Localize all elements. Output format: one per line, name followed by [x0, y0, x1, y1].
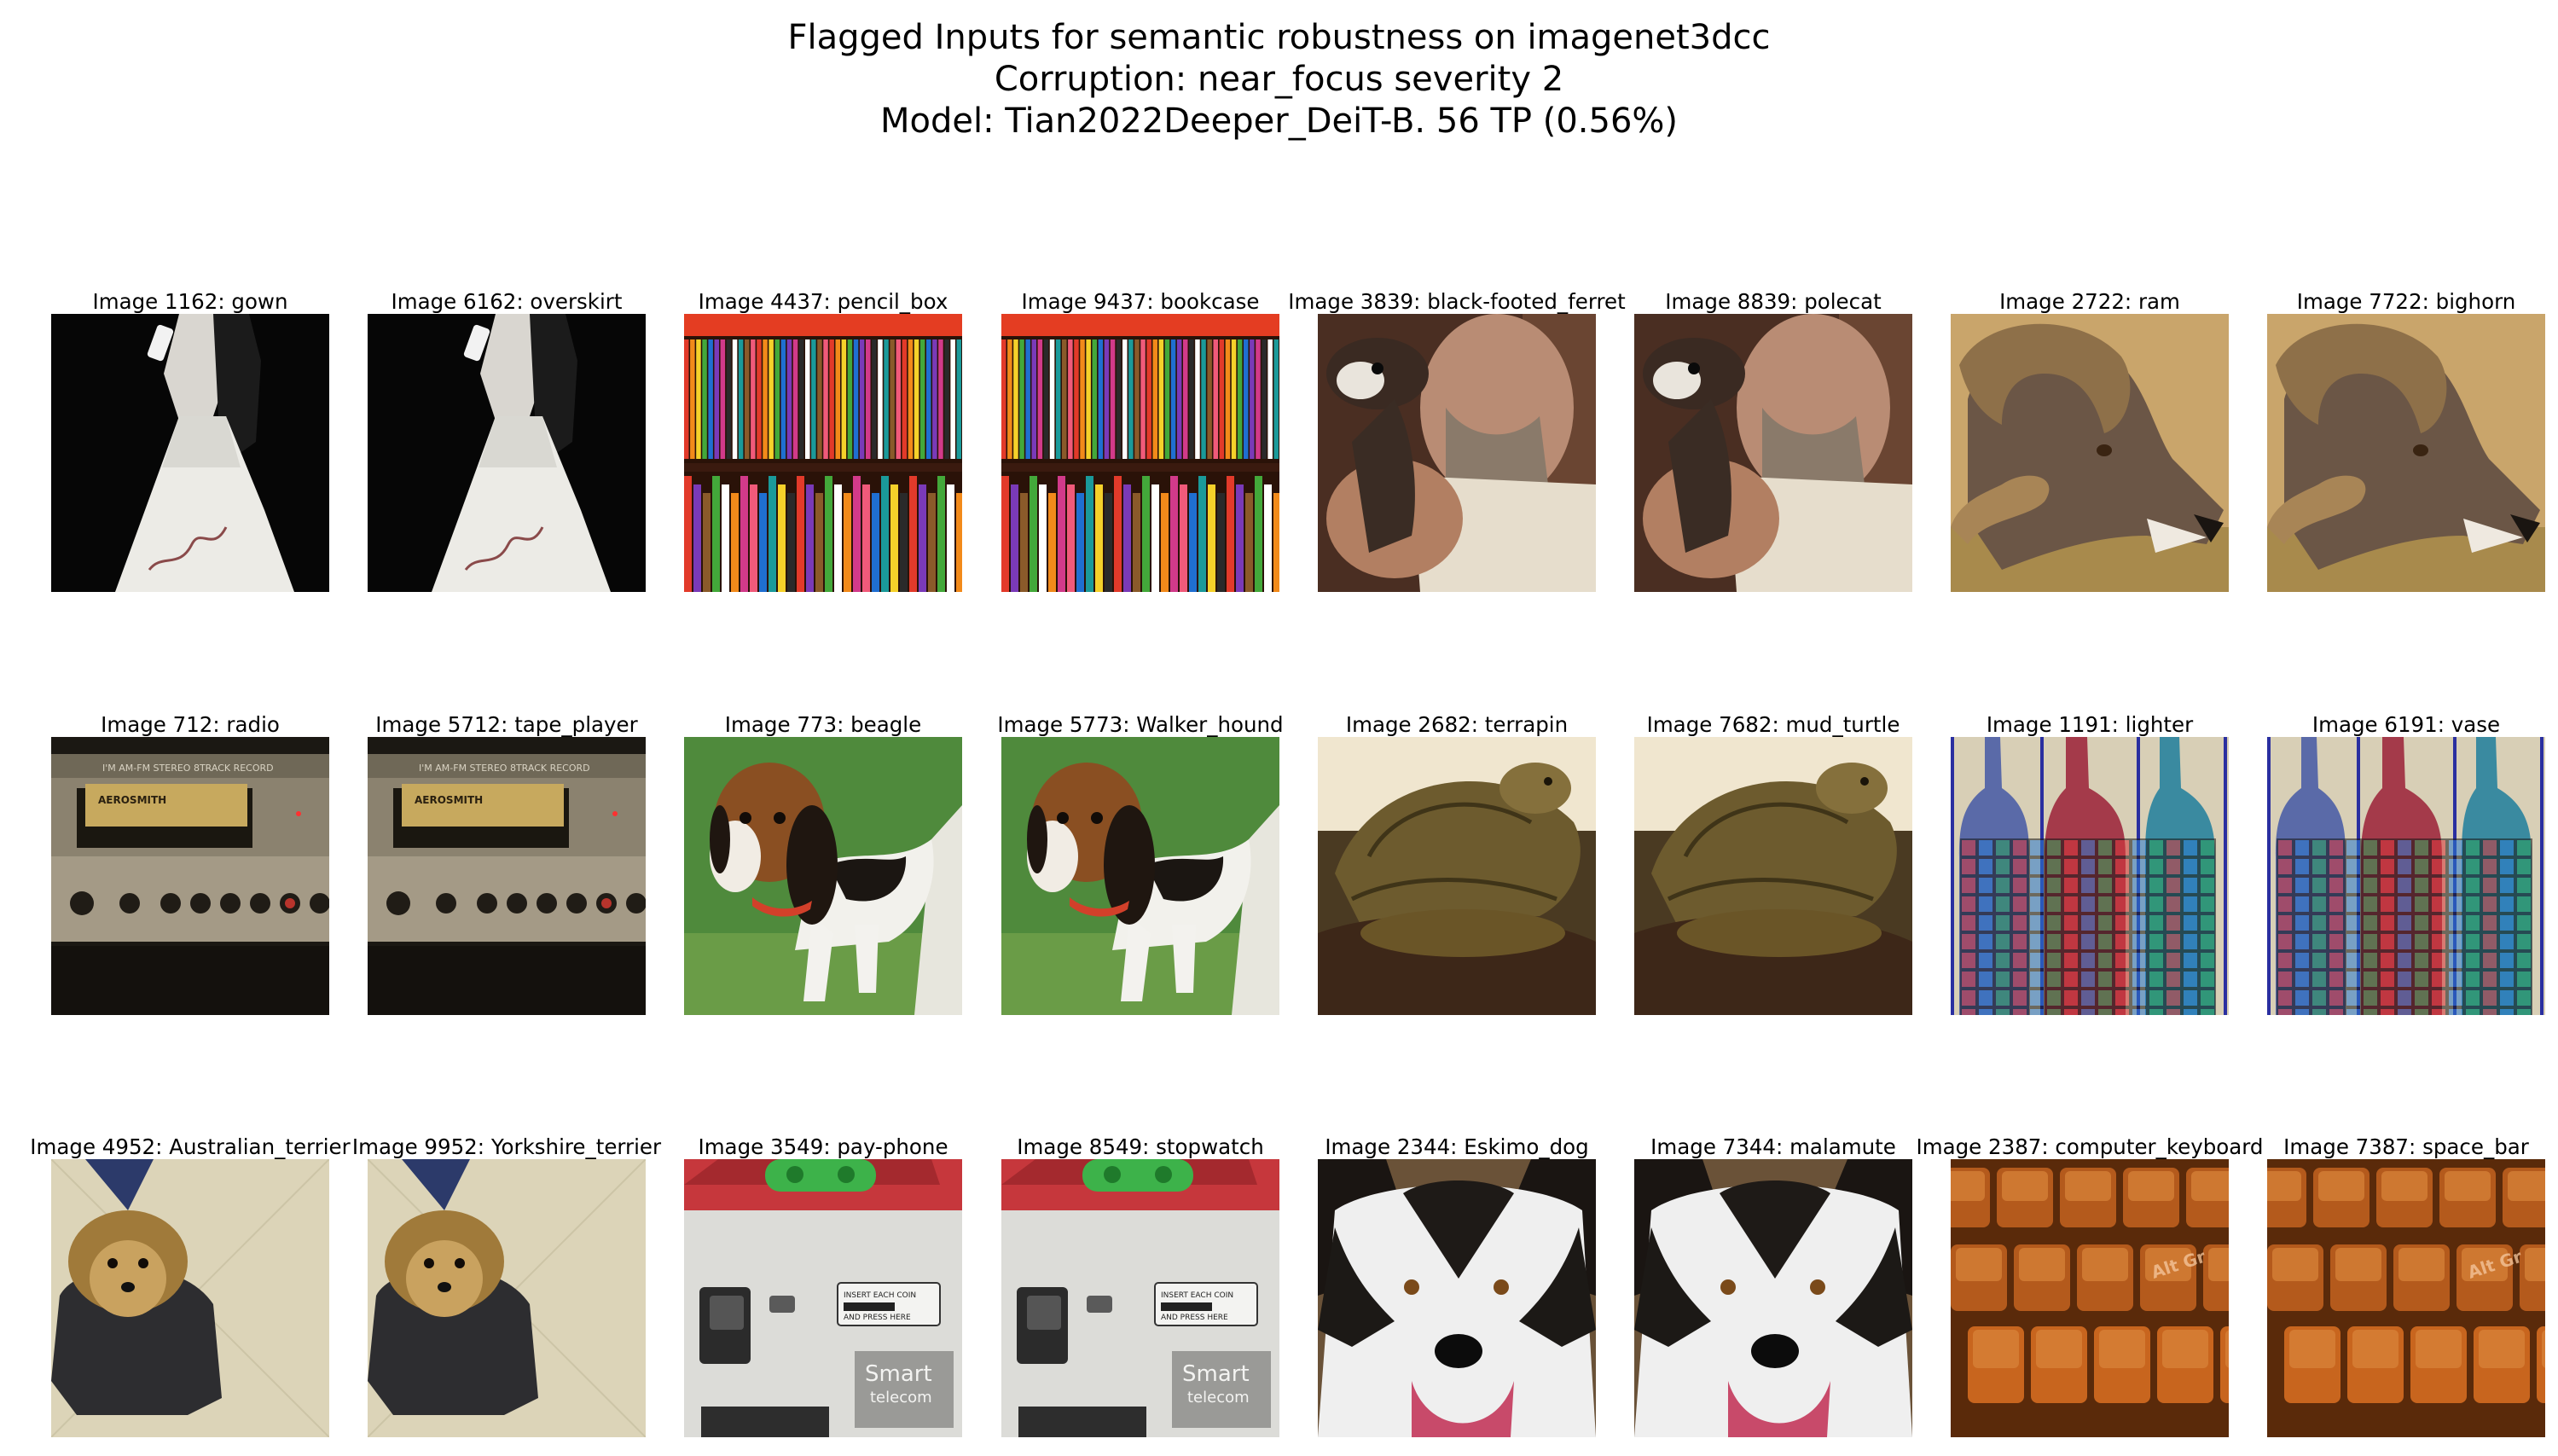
- thumbnail-image: [2267, 314, 2545, 592]
- beagle-picture: [684, 737, 962, 1015]
- svg-text:AEROSMITH: AEROSMITH: [98, 794, 166, 806]
- turtle-picture: [1634, 737, 1912, 1015]
- thumbnail-image: [684, 737, 962, 1015]
- thumbnail-image: INSERT EACH COIN AND PRESS HERE Smart te…: [1001, 1159, 1279, 1437]
- thumbnail-image: [368, 314, 646, 592]
- ram-picture: [1951, 314, 2229, 592]
- thumbnail-image: [1318, 1159, 1596, 1437]
- thumbnail-image: [1634, 314, 1912, 592]
- thumbnail-image: [2267, 737, 2545, 1015]
- husky-picture: [1634, 1159, 1912, 1437]
- thumbnail-image: I'M AM-FM STEREO 8TRACK RECORD AEROSMITH: [51, 737, 329, 1015]
- payphone-picture: INSERT EACH COIN AND PRESS HERE Smart te…: [684, 1159, 962, 1437]
- radio-picture: I'M AM-FM STEREO 8TRACK RECORD AEROSMITH: [51, 737, 329, 1015]
- svg-text:AEROSMITH: AEROSMITH: [415, 794, 483, 806]
- thumbnail-image: Alt Gr: [2267, 1159, 2545, 1437]
- thumbnail-image: INSERT EACH COIN AND PRESS HERE Smart te…: [684, 1159, 962, 1437]
- svg-text:AND PRESS HERE: AND PRESS HERE: [1161, 1314, 1228, 1322]
- thumbnail-image: I'M AM-FM STEREO 8TRACK RECORD AEROSMITH: [368, 737, 646, 1015]
- thumbnail-image: [1318, 737, 1596, 1015]
- thumbnail-image: [1318, 314, 1596, 592]
- svg-text:I'M AM-FM STEREO 8TRACK RECORD: I'M AM-FM STEREO 8TRACK RECORD: [102, 763, 274, 774]
- image-caption: Image 6191: vase: [2311, 712, 2501, 737]
- thumbnail-image: Alt Gr: [1951, 1159, 2229, 1437]
- image-caption: Image 7387: space_bar: [2283, 1134, 2529, 1159]
- radio-picture: I'M AM-FM STEREO 8TRACK RECORD AEROSMITH: [368, 737, 646, 1015]
- svg-text:INSERT EACH COIN: INSERT EACH COIN: [1161, 1291, 1233, 1300]
- husky-picture: [1318, 1159, 1596, 1437]
- ferret-picture: [1318, 314, 1596, 592]
- svg-text:INSERT EACH COIN: INSERT EACH COIN: [844, 1291, 916, 1300]
- thumbnail-image: [368, 1159, 646, 1437]
- gown-picture: [51, 314, 329, 592]
- svg-text:telecom: telecom: [870, 1389, 932, 1407]
- gown-picture: [368, 314, 646, 592]
- svg-text:Smart: Smart: [1182, 1361, 1250, 1387]
- turtle-picture: [1318, 737, 1596, 1015]
- beagle-picture: [1001, 737, 1279, 1015]
- thumbnail-image: [1001, 737, 1279, 1015]
- pencils-picture: [684, 314, 962, 592]
- keyboard-picture: Alt Gr: [2267, 1159, 2545, 1437]
- thumbnail-image: [1951, 314, 2229, 592]
- thumbnail-image: [51, 1159, 329, 1437]
- thumbnail-image: [1951, 737, 2229, 1015]
- keyboard-picture: Alt Gr: [1951, 1159, 2229, 1437]
- bottles-picture: [2267, 737, 2545, 1015]
- svg-text:I'M AM-FM STEREO 8TRACK RECORD: I'M AM-FM STEREO 8TRACK RECORD: [419, 763, 590, 774]
- pencils-picture: [1001, 314, 1279, 592]
- svg-text:Smart: Smart: [865, 1361, 932, 1387]
- bottles-picture: [1951, 737, 2229, 1015]
- terrier-picture: [51, 1159, 329, 1437]
- image-caption: Image 7722: bighorn: [2296, 289, 2516, 314]
- thumbnail-image: [684, 314, 962, 592]
- svg-text:AND PRESS HERE: AND PRESS HERE: [844, 1314, 911, 1322]
- thumbnail-image: [1634, 737, 1912, 1015]
- payphone-picture: INSERT EACH COIN AND PRESS HERE Smart te…: [1001, 1159, 1279, 1437]
- terrier-picture: [368, 1159, 646, 1437]
- thumbnail-image: [1001, 314, 1279, 592]
- ram-picture: [2267, 314, 2545, 592]
- ferret-picture: [1634, 314, 1912, 592]
- image-grid: Image 1162: gown Image 6162: overskirt I…: [0, 0, 2558, 1456]
- thumbnail-image: [1634, 1159, 1912, 1437]
- svg-text:telecom: telecom: [1187, 1389, 1250, 1407]
- thumbnail-image: [51, 314, 329, 592]
